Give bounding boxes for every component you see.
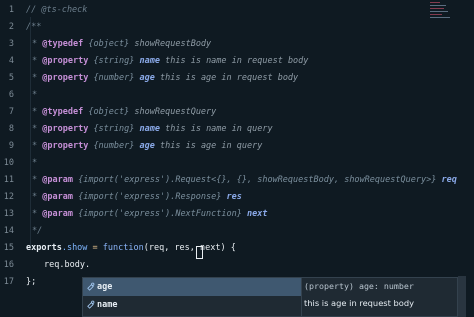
code-line[interactable]: * @typedef {object} showRequestBody <box>32 36 211 53</box>
line-number: 10 <box>3 158 14 168</box>
line-number: 8 <box>8 124 14 134</box>
keyword: function <box>102 243 144 253</box>
identifier: exports <box>26 243 62 253</box>
code-line[interactable]: * <box>32 87 37 104</box>
code-line[interactable]: * @param {import('express').NextFunction… <box>32 206 267 223</box>
line-number: 14 <box>3 226 14 236</box>
jsdoc-tag: @param <box>42 175 73 185</box>
suggestion-item-name[interactable]: name <box>83 296 301 314</box>
property-icon <box>87 300 95 309</box>
params: (req, res, next) { <box>143 243 236 253</box>
code-line[interactable]: req.body. <box>44 257 90 274</box>
jsdoc-tag: @param <box>42 209 73 219</box>
jsdoc-type: {string} <box>93 56 135 66</box>
code-line[interactable]: * @property {number} age this is age in … <box>32 138 262 155</box>
jsdoc-type: {number} <box>93 141 135 151</box>
identifier: .show <box>61 243 88 253</box>
line-number: 16 <box>3 260 14 270</box>
scrollbar-thumb[interactable] <box>458 276 466 317</box>
jsdoc-name: res <box>226 192 242 202</box>
suggestion-label: name <box>97 300 118 310</box>
line-number: 1 <box>8 5 14 15</box>
jsdoc-name: age <box>139 73 155 83</box>
jsdoc-desc: this is name in request body <box>165 56 309 66</box>
detail-doc: this is age in request body <box>304 298 415 308</box>
suggestion-label: age <box>97 282 113 292</box>
code-line[interactable]: // @ts-check <box>26 2 87 19</box>
bracket-match <box>196 246 203 259</box>
jsdoc-name: next <box>246 209 268 219</box>
jsdoc-type: {object} <box>88 39 130 49</box>
line-number: 15 <box>3 243 14 253</box>
jsdoc-desc: this is name in query <box>165 124 273 134</box>
code-line[interactable]: */ <box>32 223 42 240</box>
code-line[interactable]: * @property {string} name this is name i… <box>32 53 308 70</box>
code-line[interactable]: * @typedef {object} showRequestQuery <box>32 104 216 121</box>
jsdoc-type: {number} <box>93 73 135 83</box>
line-number: 7 <box>8 107 14 117</box>
jsdoc-tag: @property <box>42 73 89 83</box>
code-line[interactable]: exports.show = function(req, res, next) … <box>26 240 236 257</box>
jsdoc-tag: @property <box>42 56 89 66</box>
jsdoc-tag: @typedef <box>42 107 84 117</box>
minimap[interactable] <box>430 0 470 22</box>
line-number: 11 <box>3 175 14 185</box>
jsdoc-tag: @param <box>42 192 73 202</box>
jsdoc-type: {object} <box>88 107 130 117</box>
property-icon <box>87 282 95 291</box>
jsdoc-tag: @typedef <box>42 39 84 49</box>
indent-guide <box>30 17 31 247</box>
jsdoc-name: req <box>441 175 457 185</box>
line-number: 5 <box>8 73 14 83</box>
line-number: 4 <box>8 56 14 66</box>
line-number: 13 <box>3 209 14 219</box>
suggestion-details: (property) age: number this is age in re… <box>302 277 458 317</box>
suggest-widget[interactable]: age name <box>82 277 302 317</box>
suggestion-item-age[interactable]: age <box>83 278 301 296</box>
jsdoc-desc: this is age in query <box>160 141 263 151</box>
jsdoc-name: age <box>139 141 155 151</box>
line-number: 9 <box>8 141 14 151</box>
jsdoc-tag: @property <box>42 141 89 151</box>
jsdoc-type: {import('express').Request<{}, {}, showR… <box>78 175 437 185</box>
detail-signature: (property) age: number <box>304 281 414 291</box>
line-number: 3 <box>8 39 14 49</box>
jsdoc-type: {string} <box>93 124 135 134</box>
code-line[interactable]: }; <box>26 274 36 291</box>
jsdoc-type: {import('express').NextFunction} <box>78 209 242 219</box>
jsdoc-name: showRequestQuery <box>134 107 217 117</box>
line-number: 12 <box>3 192 14 202</box>
code-editor[interactable]: 1 2 3 4 5 6 7 8 9 10 11 12 13 14 15 16 1… <box>0 0 474 317</box>
jsdoc-tag: @property <box>42 124 89 134</box>
line-number: 17 <box>3 277 14 287</box>
line-number: 2 <box>8 22 14 32</box>
jsdoc-desc: this is age in request body <box>160 73 299 83</box>
line-number: 6 <box>8 90 14 100</box>
code-line[interactable]: * @property {number} age this is age in … <box>32 70 298 87</box>
jsdoc-name: showRequestBody <box>134 39 212 49</box>
jsdoc-name: name <box>139 124 160 134</box>
jsdoc-type: {import('express').Response} <box>78 192 222 202</box>
code-line[interactable]: /** <box>26 19 41 36</box>
code-line[interactable]: * @param {import('express').Request<{}, … <box>32 172 457 189</box>
code-line[interactable]: * @property {string} name this is name i… <box>32 121 273 138</box>
operator: = <box>87 243 103 253</box>
code-line[interactable]: * <box>32 155 37 172</box>
code-line[interactable]: * @param {import('express').Response} re… <box>32 189 242 206</box>
jsdoc-name: name <box>139 56 160 66</box>
